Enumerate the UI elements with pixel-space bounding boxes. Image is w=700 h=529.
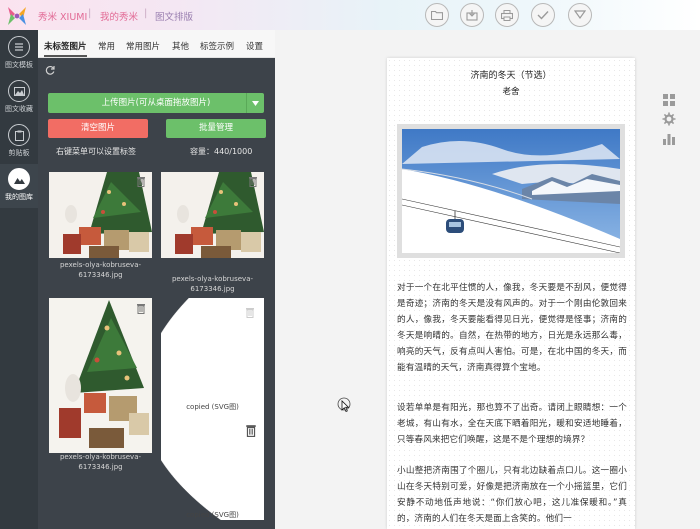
breadcrumb-my-xiumi[interactable]: 我的秀米 [100,9,138,23]
folder-icon[interactable] [425,3,449,27]
upload-button[interactable]: 上传图片(可从桌面拖放图片) [48,93,264,113]
document-author[interactable]: 老舍 [387,85,635,97]
gallery-image[interactable] [49,172,152,258]
bar-chart-icon[interactable] [662,132,676,146]
gallery-image-svg[interactable]: copied (SVG图) copied (SVG图) [161,298,264,520]
trash-icon[interactable] [248,176,258,187]
gallery-image[interactable] [161,172,264,258]
capacity-text: 容量：440/1000 [190,147,253,156]
document-page[interactable]: 济南的冬天（节选） 老舍 对于一个在北平住惯的人，像我，冬天要是不刮风，便觉得是… [387,58,635,529]
gallery-image[interactable] [49,298,152,453]
tab-settings[interactable]: 设置 [246,40,263,52]
grid-icon[interactable] [662,93,676,107]
gallery-tabs: 未标签图片 常用 常用图片 其他 标签示例 设置 [38,30,275,58]
print-icon[interactable] [495,3,519,27]
nav-item-label: 我的图库 [5,193,33,201]
paragraph-1[interactable]: 对于一个在北平住惯的人，像我，冬天要是不刮风，便觉得是奇迹；济南的冬天是没有风声… [397,280,627,376]
trash-icon[interactable] [245,307,255,318]
image-filename: copied (SVG图) [186,403,239,411]
left-nav: 图文模板 图文收藏 剪贴板 我的图库 [0,30,38,529]
upload-button-label: 上传图片(可从桌面拖放图片) [101,98,211,108]
xiumi-logo-icon[interactable] [5,4,29,28]
nav-item-clipboard[interactable]: 剪贴板 [0,120,38,164]
image-filename: pexels-olya-kobruseva-6173346.jpg [59,261,142,279]
nav-item-favorites[interactable]: 图文收藏 [0,76,38,120]
image-filename: pexels-olya-kobruseva-6173346.jpg [59,453,142,471]
mountain-image-icon [8,168,30,190]
nav-item-label: 图文收藏 [5,105,33,113]
export-icon[interactable] [460,3,484,27]
tag-hint-text: 右键菜单可以设置标签 [56,147,136,156]
gear-icon[interactable] [662,112,676,126]
nav-item-my-gallery[interactable]: 我的图库 [0,164,38,208]
nav-item-templates[interactable]: 图文模板 [0,32,38,76]
image-filename: copied (SVG图) [186,511,239,519]
gallery-panel: 未标签图片 常用 常用图片 其他 标签示例 设置 上传图片(可从桌面拖放图片) … [38,30,275,529]
nav-item-label: 图文模板 [5,61,33,69]
tab-frequent[interactable]: 常用 [98,40,115,52]
paragraph-3[interactable]: 小山整把济南围了个圈儿，只有北边缺着点口儿。这一圈小山在冬天特别可爱，好像是把济… [397,463,627,527]
tab-untagged[interactable]: 未标签图片 [44,40,87,57]
christmas-tree-photo [49,298,152,453]
clear-images-button[interactable]: 清空图片 [48,119,148,138]
check-icon[interactable] [531,3,555,27]
preview-icon[interactable] [568,3,592,27]
trash-icon[interactable] [245,424,257,437]
tab-other[interactable]: 其他 [172,40,189,52]
tab-tag-examples[interactable]: 标签示例 [200,40,234,52]
breadcrumb-separator: | [88,8,92,19]
clipboard-icon [8,124,30,146]
list-icon [8,36,30,58]
mouse-cursor-icon [337,397,351,413]
trash-icon[interactable] [136,303,146,314]
chevron-down-icon[interactable] [246,93,264,113]
document-title[interactable]: 济南的冬天（节选） [387,68,635,81]
nav-item-label: 剪贴板 [8,149,30,157]
breadcrumb-separator: | [144,8,148,19]
image-filename: pexels-olya-kobruseva-6173346.jpg [171,275,254,293]
top-bar: 秀米 XIUMI | 我的秀米 | 图文排版 [0,0,700,30]
tab-frequent-images[interactable]: 常用图片 [126,40,160,52]
ski-lift-photo [401,129,621,254]
paragraph-2[interactable]: 设若单单是有阳光，那也算不了出奇。请闭上眼睛想：一个老城，有山有水，全在天底下晒… [397,400,627,448]
refresh-icon[interactable] [45,65,55,75]
image-collection-icon [8,80,30,102]
app-name[interactable]: 秀米 XIUMI [38,9,87,23]
trash-icon[interactable] [136,176,146,187]
batch-manage-button[interactable]: 批量管理 [166,119,266,138]
image-frame[interactable] [397,124,625,258]
breadcrumb-current: 图文排版 [155,12,194,23]
